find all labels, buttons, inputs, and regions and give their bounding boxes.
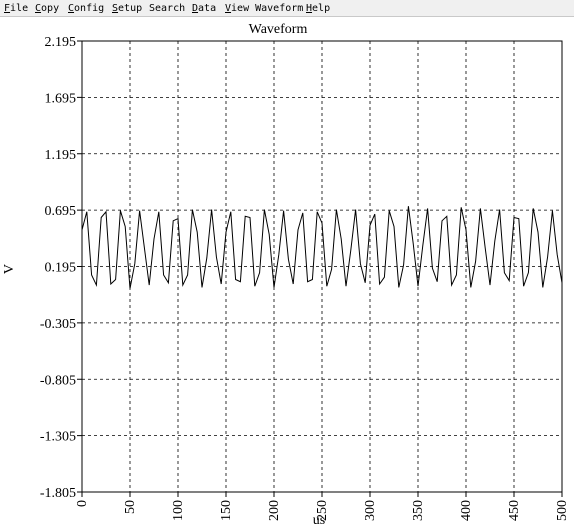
menu-item-copy[interactable]: Copy (35, 0, 59, 17)
y-tick-label: 0.695 (45, 204, 77, 219)
x-tick-label: 0 (75, 500, 90, 507)
x-tick-label: 50 (123, 500, 138, 514)
x-tick-label: 150 (219, 500, 234, 521)
menu-item-view-waveform[interactable]: View Waveform (225, 0, 303, 17)
y-tick-label: 1.695 (45, 91, 77, 106)
menu-item-setup[interactable]: Setup (112, 0, 142, 17)
x-tick-label: 500 (555, 500, 570, 521)
x-tick-label: 300 (363, 500, 378, 521)
menu-item-file[interactable]: File (4, 0, 28, 17)
menu-bar: File Copy Config Setup Search Data View Wavefo… (0, 0, 574, 17)
y-tick-label: -1.305 (40, 430, 76, 445)
menu-item-config[interactable]: Config (68, 0, 104, 17)
waveform-chart: Waveform 2.195 1.695 1.195 0.695 0.195 -0.305… (0, 17, 574, 528)
x-tick-label: 400 (459, 500, 474, 521)
y-tick-label: -0.305 (40, 317, 76, 332)
x-axis-label: us (313, 513, 325, 528)
y-tick-label: 2.195 (45, 35, 77, 50)
waveform-plot: Waveform 2.195 1.695 1.195 0.695 0.195 -0.305… (2, 22, 570, 528)
menu-item-data[interactable]: Data (192, 0, 216, 17)
menu-item-search[interactable]: Search (149, 0, 185, 17)
x-tick-label: 350 (411, 500, 426, 521)
chart-title: Waveform (249, 22, 308, 37)
x-tick-label: 450 (507, 500, 522, 521)
y-tick-label: 0.195 (45, 261, 77, 276)
y-tick-label: -0.805 (40, 373, 76, 388)
x-tick-label: 200 (267, 500, 282, 521)
grid-lines (82, 41, 562, 492)
y-axis: 2.195 1.695 1.195 0.695 0.195 -0.305 -0.805 -1.… (40, 35, 82, 501)
y-axis-label: V (2, 264, 17, 274)
menu-item-help[interactable]: Help (306, 0, 330, 17)
y-tick-label: -1.805 (40, 486, 76, 501)
x-tick-label: 100 (171, 500, 186, 521)
y-tick-label: 1.195 (45, 148, 77, 163)
